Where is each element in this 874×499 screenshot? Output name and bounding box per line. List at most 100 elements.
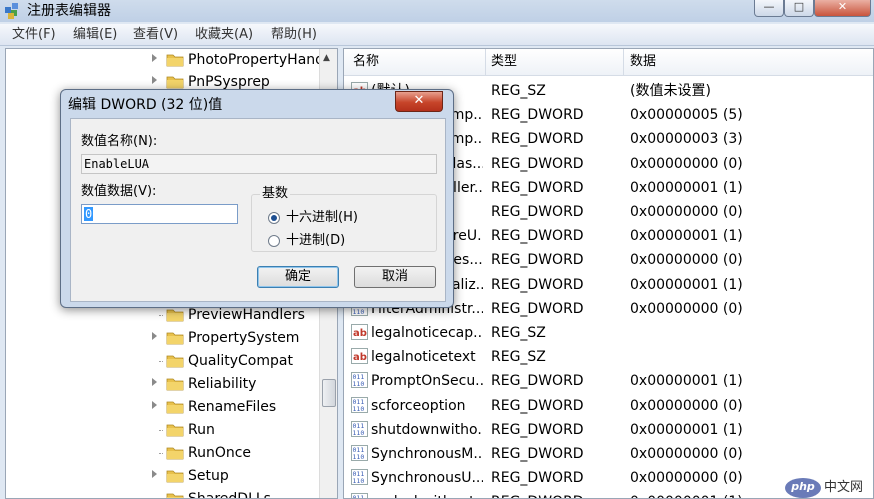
dec-radio-label[interactable]: 十进制(D) — [286, 233, 345, 249]
value-data: 0x00000003 (3) — [630, 131, 743, 148]
tree-item[interactable]: SharedDLLs — [6, 488, 321, 499]
maximize-button[interactable]: □ — [784, 0, 814, 17]
menu-favorites[interactable]: 收藏夹(A) — [195, 26, 253, 43]
menu-edit[interactable]: 编辑(E) — [73, 26, 117, 43]
edit-dword-dialog: 编辑 DWORD (32 位)值 ✕ 数值名称(N): EnableLUA 数值… — [60, 89, 454, 308]
tree-item[interactable]: Run — [6, 419, 321, 441]
binary-value-icon: 011110 — [351, 445, 368, 461]
folder-icon — [166, 54, 184, 67]
svg-text:110: 110 — [353, 405, 365, 413]
value-data: 0x00000001 (1) — [630, 228, 743, 245]
value-name: scforceoption — [371, 397, 466, 414]
title-bar: 注册表编辑器 — □ ✕ — [0, 0, 874, 22]
scroll-up-icon[interactable]: ▲ — [323, 53, 330, 63]
menu-help[interactable]: 帮助(H) — [271, 26, 317, 43]
binary-value-icon: 011110 — [351, 493, 368, 498]
value-data: 0x00000000 (0) — [630, 470, 743, 487]
expand-arrow-icon[interactable] — [152, 332, 157, 340]
value-data-input[interactable]: 0 — [81, 204, 238, 224]
list-item[interactable]: 011 110 scforceoption REG_DWORD 0x00000000 (… — [344, 394, 873, 418]
php-logo: php — [785, 478, 821, 498]
folder-icon — [166, 355, 184, 368]
tree-item[interactable]: PropertySystem — [6, 327, 321, 349]
value-type: REG_DWORD — [491, 252, 584, 269]
column-divider[interactable] — [623, 49, 624, 75]
value-type: REG_DWORD — [491, 131, 584, 148]
list-item[interactable]: ab legalnoticecap... REG_SZ — [344, 321, 873, 345]
value-type: REG_SZ — [491, 83, 546, 99]
value-type: REG_SZ — [491, 325, 546, 341]
base-group-label: 基数 — [260, 186, 291, 202]
tree-item[interactable]: PhotoPropertyHand — [6, 49, 325, 71]
value-name-label: 数值名称(N): — [81, 134, 158, 149]
string-value-icon: ab — [351, 324, 368, 340]
hex-radio-label[interactable]: 十六进制(H) — [286, 210, 358, 226]
list-header: 名称 类型 数据 — [344, 49, 873, 76]
value-data: 0x00000000 (0) — [630, 155, 743, 172]
value-data: 0x00000000 (0) — [630, 300, 743, 317]
tree-item[interactable]: QualityCompat — [6, 350, 321, 372]
tree-item-label: Reliability — [188, 376, 257, 392]
list-item[interactable]: 011 110 shutdownwitho... REG_DWORD 0x0000000… — [344, 418, 873, 442]
value-data: (数值未设置) — [630, 83, 711, 99]
svg-text:110: 110 — [353, 308, 365, 316]
value-type: REG_DWORD — [491, 179, 584, 196]
tree-scroll-thumb[interactable] — [322, 379, 336, 407]
tree-item[interactable]: RenameFiles — [6, 396, 321, 418]
tree-item[interactable]: Setup — [6, 465, 321, 487]
column-header-type[interactable]: 类型 — [491, 54, 517, 70]
ok-button[interactable]: 确定 — [257, 266, 339, 288]
tree-item-label: RunOnce — [188, 445, 252, 461]
value-name: undockwithout... — [371, 493, 483, 498]
column-divider[interactable] — [485, 49, 486, 75]
value-type: REG_DWORD — [491, 446, 584, 462]
svg-text:110: 110 — [353, 380, 365, 388]
tree-item-label: Setup — [188, 468, 229, 484]
php-logo-text: php — [791, 480, 815, 493]
tree-item-label: Run — [188, 422, 215, 438]
registry-editor-icon — [5, 3, 18, 19]
value-data: 0x00000000 (0) — [630, 204, 743, 220]
column-header-name[interactable]: 名称 — [353, 54, 379, 70]
svg-text:ab: ab — [353, 352, 367, 363]
value-name: SynchronousM... — [371, 446, 483, 462]
value-name: legalnoticetext — [371, 349, 476, 366]
dialog-close-button[interactable]: ✕ — [395, 91, 443, 112]
svg-text:ab: ab — [353, 328, 367, 339]
list-item[interactable]: 011 110 SynchronousM... REG_DWORD 0x00000000… — [344, 442, 873, 466]
minimize-button[interactable]: — — [754, 0, 784, 17]
value-data: 0x00000001 (1) — [630, 179, 743, 196]
value-type: REG_DWORD — [491, 107, 584, 124]
list-item[interactable]: 011 110 PromptOnSecu... REG_DWORD 0x00000001… — [344, 369, 873, 393]
dec-radio[interactable] — [268, 235, 280, 247]
value-data: 0x00000001 (1) — [630, 421, 743, 438]
expand-arrow-icon[interactable] — [152, 401, 157, 409]
folder-icon — [166, 424, 184, 437]
expand-arrow-icon[interactable] — [152, 378, 157, 386]
expand-arrow-icon[interactable] — [152, 54, 157, 62]
column-header-data[interactable]: 数据 — [630, 54, 656, 70]
folder-icon — [166, 401, 184, 414]
cancel-button[interactable]: 取消 — [354, 266, 436, 288]
tree-item-label: SharedDLLs — [188, 491, 271, 499]
tree-item-label: PhotoPropertyHand — [188, 52, 325, 68]
expand-arrow-icon[interactable] — [152, 470, 157, 478]
binary-value-icon: 011110 — [351, 469, 368, 486]
string-value-icon: ab — [351, 348, 368, 365]
value-type: REG_DWORD — [491, 493, 584, 498]
tree-item[interactable]: Reliability — [6, 373, 321, 395]
hex-radio[interactable] — [268, 212, 280, 224]
menu-file[interactable]: 文件(F) — [12, 26, 56, 43]
value-type: REG_DWORD — [491, 470, 584, 487]
tree-connector — [159, 315, 163, 316]
value-name: shutdownwitho... — [371, 421, 483, 438]
value-data: 0x00000001 (1) — [630, 276, 743, 293]
expand-arrow-icon[interactable] — [152, 76, 157, 84]
tree-item[interactable]: RunOnce — [6, 442, 321, 464]
value-name-field: EnableLUA — [81, 154, 437, 174]
close-button[interactable]: ✕ — [814, 0, 871, 17]
menu-view[interactable]: 查看(V) — [133, 26, 178, 43]
svg-text:110: 110 — [353, 429, 365, 437]
dialog-body: 数值名称(N): EnableLUA 数值数据(V): 0 基数 十六进制(H)… — [70, 118, 446, 302]
list-item[interactable]: ab legalnoticetext REG_SZ — [344, 345, 873, 369]
